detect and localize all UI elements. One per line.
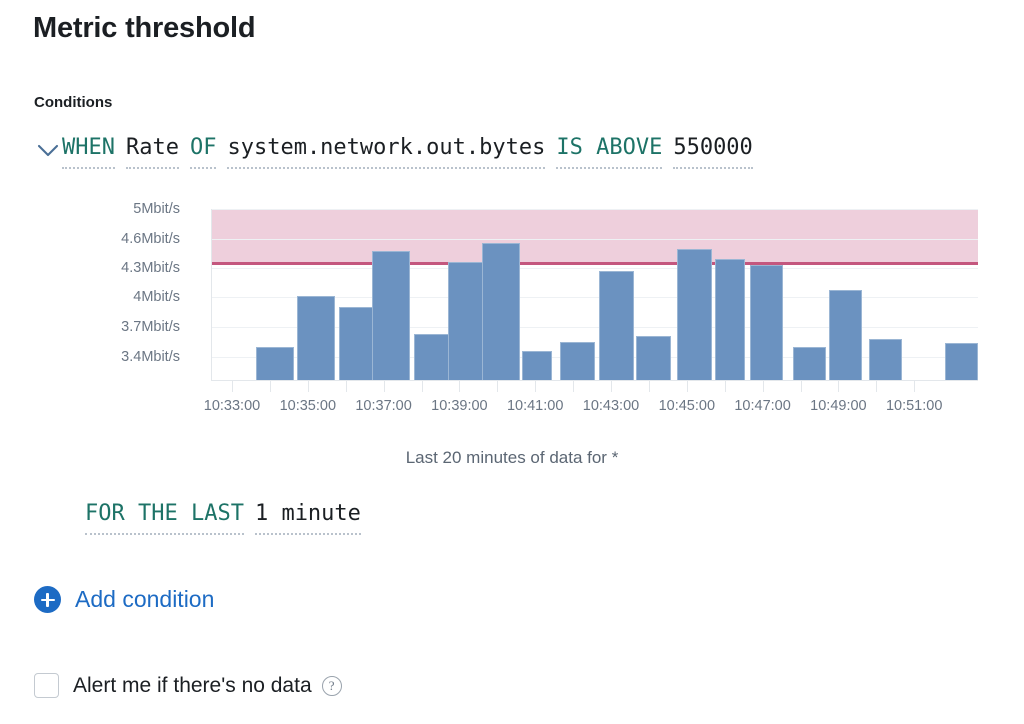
x-axis-tick-mark <box>307 381 309 392</box>
x-axis-tick-label: 10:47:00 <box>734 398 791 414</box>
condition-threshold-input[interactable]: 550000 <box>673 134 753 169</box>
condition-aggregation-select[interactable]: Rate <box>125 134 179 169</box>
x-axis-tick-label: 10:41:00 <box>506 398 564 414</box>
x-axis-tick-mark <box>535 381 537 392</box>
chart-bar[interactable] <box>715 259 745 380</box>
x-axis-tick-mark <box>232 381 233 392</box>
x-axis-tick-mark <box>421 381 423 392</box>
y-axis-tick-label: 4.6Mbit/s <box>121 231 180 247</box>
chart-caption: Last 20 minutes of data for * <box>405 448 619 467</box>
plus-circle-icon <box>34 586 61 613</box>
chart-bar[interactable] <box>256 347 294 380</box>
condition-comparator-select[interactable]: IS ABOVE <box>556 134 663 169</box>
x-axis-tick-mark <box>686 381 688 392</box>
x-axis-tick-label: 10:49:00 <box>810 398 867 414</box>
no-data-checkbox[interactable] <box>34 673 59 698</box>
add-condition-button[interactable]: Add condition <box>34 586 214 613</box>
chart-bar[interactable] <box>599 271 634 380</box>
chart-bar[interactable] <box>793 347 826 380</box>
x-axis-tick-mark <box>345 381 347 392</box>
x-axis-tick-mark <box>611 381 612 392</box>
y-axis-tick-label: 4.3Mbit/s <box>121 260 180 276</box>
y-axis-tick-label: 5Mbit/s <box>133 201 180 217</box>
chart-bar[interactable] <box>829 290 862 380</box>
condition-when-keyword: WHEN <box>62 134 115 169</box>
chart-plot-area <box>211 209 978 381</box>
chart-bar[interactable] <box>869 339 902 380</box>
x-axis-tick-label: 10:45:00 <box>658 398 716 414</box>
chart-gridline <box>212 239 978 240</box>
y-axis: 5Mbit/s 4.6Mbit/s 4.3Mbit/s 4Mbit/s 3.7Mbit/… <box>98 195 299 395</box>
duration-value-select[interactable]: 1 minute <box>254 500 361 535</box>
condition-metric-select[interactable]: system.network.out.bytes <box>227 134 546 169</box>
metric-preview-chart: 5Mbit/s 4.6Mbit/s 4.3Mbit/s 4Mbit/s 3.7Mbit/… <box>0 195 1024 440</box>
question-mark-circle-icon[interactable]: ? <box>321 675 342 696</box>
threshold-band <box>212 209 978 262</box>
chart-bar[interactable] <box>636 336 671 380</box>
condition-of-keyword: OF <box>189 134 217 169</box>
chart-bar[interactable] <box>414 334 452 380</box>
x-axis-tick-mark <box>383 381 385 392</box>
x-axis-tick-mark <box>876 381 878 392</box>
x-axis-tick-mark <box>648 381 650 392</box>
x-axis-tick-mark <box>724 381 726 392</box>
x-axis-tick-label: 10:37:00 <box>355 398 412 414</box>
duration-row: FOR THE LAST 1 minute <box>85 500 361 535</box>
x-axis-tick-mark <box>838 381 840 392</box>
for-the-last-keyword: FOR THE LAST <box>85 500 244 535</box>
condition-row: WHEN Rate OF system.network.out.bytes IS… <box>34 133 753 169</box>
chart-bar[interactable] <box>482 243 520 380</box>
chart-gridline <box>212 268 978 269</box>
x-axis-tick-label: 10:35:00 <box>279 398 337 414</box>
y-axis-tick-label: 4Mbit/s <box>133 289 180 305</box>
x-axis-tick-mark <box>762 381 764 392</box>
chart-bar[interactable] <box>677 249 712 380</box>
y-axis-tick-label: 3.4Mbit/s <box>121 349 180 365</box>
no-data-alert-row: Alert me if there's no data ? <box>34 673 342 698</box>
x-axis-tick-mark <box>497 381 499 392</box>
chevron-down-icon[interactable] <box>34 137 62 165</box>
x-axis-tick-mark <box>269 381 271 392</box>
conditions-section-label: Conditions <box>34 94 113 111</box>
x-axis-tick-label: 10:39:00 <box>431 398 488 414</box>
chart-bar[interactable] <box>297 296 335 380</box>
add-condition-label: Add condition <box>75 586 215 612</box>
x-axis-tick-mark <box>573 381 575 392</box>
x-axis-tick-mark <box>800 381 802 392</box>
x-axis-tick-label: 10:33:00 <box>203 398 261 414</box>
chart-bar[interactable] <box>560 342 595 380</box>
y-axis-tick-label: 3.7Mbit/s <box>121 319 180 335</box>
chart-bar[interactable] <box>372 251 410 380</box>
chart-bar[interactable] <box>522 351 552 380</box>
chart-bar[interactable] <box>448 262 486 380</box>
x-axis-tick-label: 10:51:00 <box>885 398 943 414</box>
x-axis-tick-mark <box>459 381 461 392</box>
x-axis: 10:33:00 10:35:00 10:37:00 10:39:00 10:41:00… <box>0 398 1024 420</box>
threshold-line <box>212 262 978 265</box>
x-axis-ticks <box>211 381 978 393</box>
x-axis-tick-mark <box>914 381 916 392</box>
no-data-label: Alert me if there's no data <box>73 673 312 697</box>
x-axis-tick-label: 10:43:00 <box>582 398 640 414</box>
chart-bar[interactable] <box>750 265 783 380</box>
chart-gridline <box>212 209 978 210</box>
chart-bar[interactable] <box>945 343 978 380</box>
page-title: Metric threshold <box>33 12 256 44</box>
